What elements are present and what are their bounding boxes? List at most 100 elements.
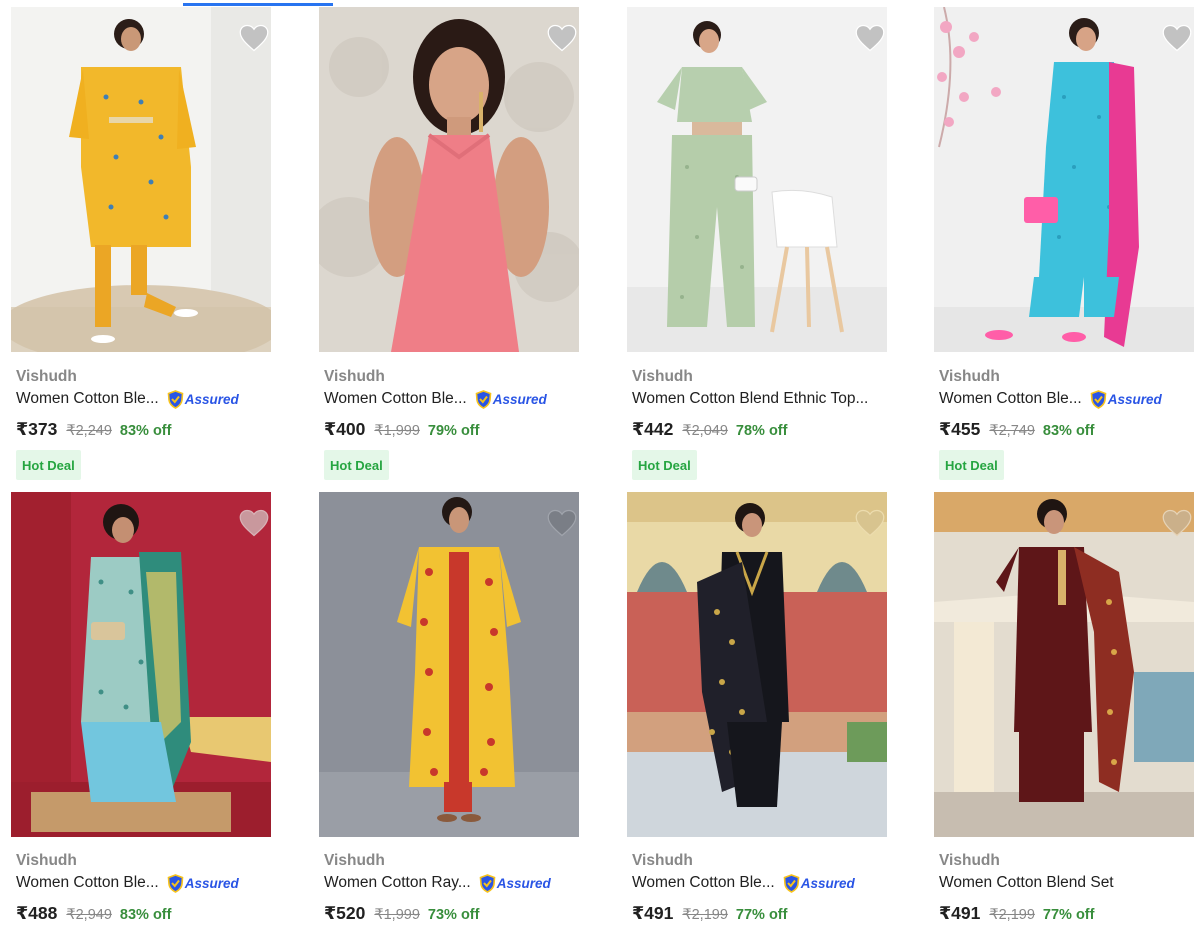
product-title[interactable]: Women Cotton Ble... <box>16 389 159 409</box>
product-photo <box>11 492 271 837</box>
product-brand: Vishudh <box>632 852 693 869</box>
product-grid: Vishudh Women Cotton Ble... Assured ₹373… <box>0 0 1200 926</box>
price-row: ₹491 ₹2,199 77% off <box>939 903 1094 924</box>
product-image[interactable] <box>11 7 271 352</box>
assured-label: Assured <box>800 875 855 891</box>
product-card[interactable]: Vishudh Women Cotton Ble... Assured ₹400… <box>319 7 581 480</box>
product-photo <box>11 7 271 352</box>
product-title[interactable]: Women Cotton Ble... <box>16 873 159 893</box>
price-row: ₹373 ₹2,249 83% off <box>16 419 171 440</box>
product-photo <box>319 492 579 837</box>
assured-shield-icon <box>167 389 184 409</box>
product-image[interactable] <box>627 7 887 352</box>
assured-label: Assured <box>184 391 239 407</box>
heart-icon[interactable] <box>855 24 885 52</box>
original-price: ₹1,999 <box>374 423 420 439</box>
original-price: ₹2,199 <box>682 907 728 923</box>
product-brand: Vishudh <box>324 852 385 869</box>
original-price: ₹1,999 <box>374 907 420 923</box>
assured-shield-icon <box>479 873 496 893</box>
selling-price: ₹491 <box>939 903 981 923</box>
product-card[interactable]: Vishudh Women Cotton Ble... Assured ₹488… <box>11 492 273 923</box>
assured-badge: Assured <box>783 873 855 893</box>
product-title[interactable]: Women Cotton Ble... <box>939 389 1082 409</box>
product-title-row[interactable]: Women Cotton Ray... Assured <box>324 872 551 894</box>
heart-icon[interactable] <box>1162 24 1192 52</box>
assured-badge: Assured <box>479 873 551 893</box>
heart-icon[interactable] <box>239 24 269 52</box>
price-row: ₹442 ₹2,049 78% off <box>632 419 787 440</box>
assured-shield-icon <box>475 389 492 409</box>
price-row: ₹491 ₹2,199 77% off <box>632 903 787 924</box>
product-card[interactable]: Vishudh Women Cotton Ray... Assured ₹520… <box>319 492 581 923</box>
product-brand: Vishudh <box>324 368 385 385</box>
product-image[interactable] <box>11 492 271 837</box>
assured-label: Assured <box>496 875 551 891</box>
product-title-row[interactable]: Women Cotton Ble... Assured <box>16 872 239 894</box>
discount-percent: 79% off <box>427 423 480 439</box>
product-photo <box>934 492 1194 837</box>
discount-percent: 83% off <box>119 907 172 923</box>
product-image[interactable] <box>934 7 1194 352</box>
price-row: ₹455 ₹2,749 83% off <box>939 419 1094 440</box>
product-title[interactable]: Women Cotton Ray... <box>324 873 471 893</box>
product-title[interactable]: Women Cotton Blend Ethnic Top... <box>632 389 868 409</box>
heart-icon[interactable] <box>855 509 885 537</box>
original-price: ₹2,949 <box>66 907 112 923</box>
product-brand: Vishudh <box>939 368 1000 385</box>
product-card[interactable]: Vishudh Women Cotton Ble... Assured ₹491… <box>627 492 889 923</box>
product-image[interactable] <box>319 492 579 837</box>
heart-icon[interactable] <box>547 24 577 52</box>
product-title[interactable]: Women Cotton Blend Set <box>939 873 1114 893</box>
heart-icon[interactable] <box>239 509 269 537</box>
product-image[interactable] <box>934 492 1194 837</box>
assured-shield-icon <box>167 873 184 893</box>
original-price: ₹2,749 <box>989 423 1035 439</box>
discount-percent: 78% off <box>735 423 788 439</box>
selling-price: ₹400 <box>324 419 366 439</box>
product-title[interactable]: Women Cotton Ble... <box>632 873 775 893</box>
assured-label: Assured <box>1107 391 1162 407</box>
assured-label: Assured <box>184 875 239 891</box>
hot-deal-badge: Hot Deal <box>16 450 81 480</box>
original-price: ₹2,049 <box>682 423 728 439</box>
heart-icon[interactable] <box>1162 509 1192 537</box>
selling-price: ₹455 <box>939 419 981 439</box>
product-image[interactable] <box>319 7 579 352</box>
product-title-row[interactable]: Women Cotton Ble... Assured <box>632 872 855 894</box>
product-photo <box>627 492 887 837</box>
product-brand: Vishudh <box>939 852 1000 869</box>
hot-deal-badge: Hot Deal <box>324 450 389 480</box>
product-brand: Vishudh <box>16 368 77 385</box>
original-price: ₹2,249 <box>66 423 112 439</box>
assured-shield-icon <box>1090 389 1107 409</box>
product-card[interactable]: Vishudh Women Cotton Ble... Assured ₹455… <box>934 7 1196 480</box>
product-title-row[interactable]: Women Cotton Blend Ethnic Top... <box>632 388 868 410</box>
product-brand: Vishudh <box>16 852 77 869</box>
product-photo <box>627 7 887 352</box>
product-title-row[interactable]: Women Cotton Ble... Assured <box>939 388 1162 410</box>
product-image[interactable] <box>627 492 887 837</box>
assured-badge: Assured <box>167 389 239 409</box>
product-brand: Vishudh <box>632 368 693 385</box>
discount-percent: 83% off <box>1042 423 1095 439</box>
hot-deal-badge: Hot Deal <box>632 450 697 480</box>
product-card[interactable]: Vishudh Women Cotton Ble... Assured ₹373… <box>11 7 273 480</box>
selling-price: ₹488 <box>16 903 58 923</box>
price-row: ₹488 ₹2,949 83% off <box>16 903 171 924</box>
price-row: ₹400 ₹1,999 79% off <box>324 419 479 440</box>
assured-label: Assured <box>492 391 547 407</box>
product-title-row[interactable]: Women Cotton Blend Set <box>939 872 1114 894</box>
heart-icon[interactable] <box>547 509 577 537</box>
discount-percent: 77% off <box>735 907 788 923</box>
product-card[interactable]: Vishudh Women Cotton Blend Ethnic Top...… <box>627 7 889 480</box>
product-title-row[interactable]: Women Cotton Ble... Assured <box>324 388 547 410</box>
product-title-row[interactable]: Women Cotton Ble... Assured <box>16 388 239 410</box>
product-card[interactable]: Vishudh Women Cotton Blend Set ₹491 ₹2,1… <box>934 492 1196 923</box>
assured-badge: Assured <box>475 389 547 409</box>
discount-percent: 77% off <box>1042 907 1095 923</box>
selling-price: ₹373 <box>16 419 58 439</box>
product-photo <box>934 7 1194 352</box>
selling-price: ₹520 <box>324 903 366 923</box>
product-title[interactable]: Women Cotton Ble... <box>324 389 467 409</box>
